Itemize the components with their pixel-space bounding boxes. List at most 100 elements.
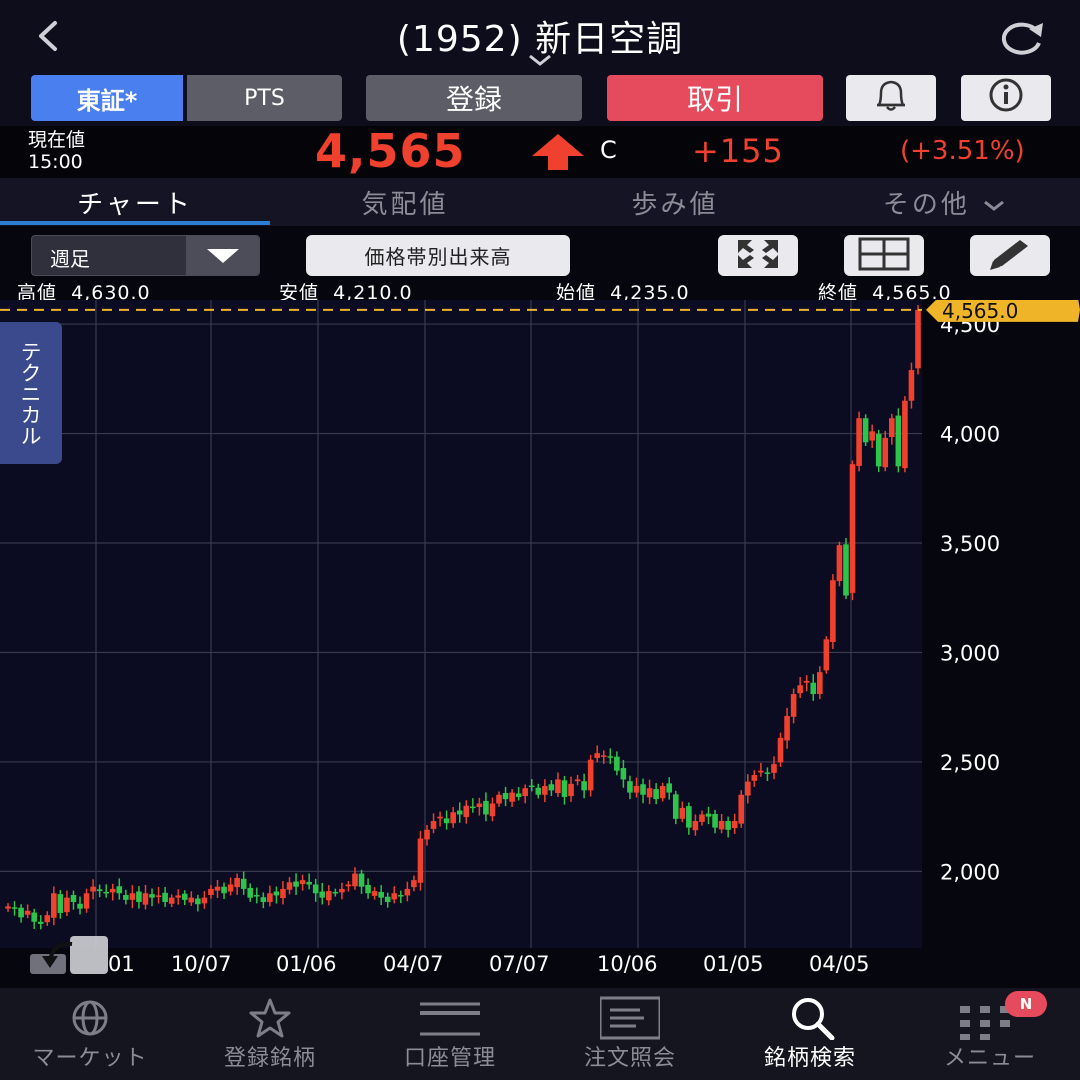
alert-button[interactable] [846, 75, 936, 121]
trade-button[interactable]: 取引 [607, 75, 823, 121]
candle-body [470, 806, 476, 809]
x-tick-label: 01 [108, 952, 135, 976]
candle-body [247, 888, 254, 898]
candle-body [542, 786, 548, 795]
candle-body [830, 580, 836, 642]
undo-icon [28, 936, 110, 980]
expand-icon [728, 236, 788, 276]
exchange-pts-button[interactable]: PTS [187, 75, 342, 121]
x-axis-labels: 01 10/07 01/06 04/07 07/07 10/06 01/05 04/05 [108, 952, 870, 976]
candle-body [856, 418, 862, 466]
candle-body [142, 893, 149, 905]
dropdown-arrow-icon[interactable] [186, 236, 259, 275]
info-button[interactable] [961, 75, 1051, 121]
candle-body [293, 881, 299, 887]
plot-area [0, 300, 922, 948]
grid-icon [854, 236, 914, 276]
candle-body [692, 821, 699, 831]
candle-body [181, 893, 188, 900]
candle-body [411, 880, 417, 888]
candle-body [581, 781, 587, 791]
candle-body [548, 784, 555, 791]
candle-body [378, 891, 384, 898]
back-icon[interactable] [26, 14, 70, 58]
reset-zoom-button[interactable] [28, 934, 110, 976]
tab-quotes[interactable]: 気配値 [270, 184, 540, 220]
quote-time: 15:00 [28, 151, 83, 173]
candle-body [5, 906, 11, 909]
candle-body [221, 886, 227, 894]
candle-body [646, 788, 653, 798]
candle-body [175, 895, 182, 898]
layout-button[interactable] [844, 235, 924, 276]
candle-body [352, 873, 358, 887]
chevron-down-icon[interactable] [526, 52, 554, 68]
candle-body [738, 794, 745, 824]
candle-body [522, 788, 528, 797]
candle-body [561, 780, 568, 797]
nav-search[interactable]: 銘柄検索 [720, 988, 900, 1080]
technical-side-tab-label: テクニカル [18, 340, 42, 446]
price-change-percent: (+3.51%) [900, 136, 1025, 166]
price-change: +155 [692, 132, 784, 170]
candle-body [705, 813, 712, 817]
last-price-tag-label: 4,565.0 [942, 300, 1018, 323]
nav-account[interactable]: 口座管理 [360, 988, 540, 1080]
x-tick-label: 10/06 [597, 952, 658, 976]
candle-body [70, 895, 77, 903]
candle-body [509, 792, 515, 802]
tab-chart[interactable]: チャート [0, 184, 270, 220]
document-icon [598, 996, 662, 1040]
candle-body [699, 814, 705, 822]
draw-button[interactable] [970, 235, 1050, 276]
candle-body [57, 894, 64, 913]
candle-body [136, 891, 142, 903]
candle-body [456, 810, 463, 815]
candle-body [463, 805, 470, 818]
candle-body [37, 921, 44, 924]
exchange-tosho-button[interactable]: 東証* [31, 75, 183, 121]
candle-body [299, 880, 306, 885]
candle-body [64, 897, 70, 913]
nav-account-label: 口座管理 [403, 1046, 496, 1071]
candle-body [797, 685, 803, 694]
nav-menu[interactable]: メニュー [900, 988, 1080, 1080]
candle-body [496, 794, 502, 804]
candle-body [594, 753, 601, 758]
nav-orders[interactable]: 注文照会 [540, 988, 720, 1080]
candle-body [502, 793, 509, 800]
register-button[interactable]: 登録 [366, 75, 582, 121]
tab-ticks[interactable]: 歩み値 [540, 184, 810, 220]
candle-body [476, 803, 483, 808]
x-tick-label: 04/05 [809, 952, 870, 976]
nav-market[interactable]: マーケット [0, 988, 180, 1080]
candle-body [600, 755, 607, 757]
candle-body [404, 888, 411, 896]
x-tick-label: 10/07 [171, 952, 232, 976]
fullscreen-button[interactable] [718, 235, 798, 276]
tab-other[interactable]: その他 [810, 184, 1080, 220]
candle-body [162, 892, 168, 903]
candle-body [417, 838, 424, 883]
candle-body [240, 878, 247, 889]
candlestick-chart[interactable]: 4,5004,0003,5003,0002,5002,000 01 10/07 01… [0, 300, 1080, 985]
volume-by-price-button[interactable]: 価格帯別出来高 [306, 235, 570, 276]
nav-menu-label: メニュー [943, 1046, 1036, 1071]
nav-watchlist[interactable]: 登録銘柄 [180, 988, 360, 1080]
arrow-up-icon [530, 134, 586, 170]
candle-body [339, 888, 345, 893]
candle-body [803, 680, 810, 683]
refresh-icon[interactable] [990, 14, 1050, 60]
candle-body [587, 759, 594, 791]
candle-body [325, 891, 332, 901]
search-icon [780, 996, 840, 1041]
candle-body [195, 898, 201, 905]
candle-body [83, 893, 90, 909]
candle-body [155, 895, 162, 897]
candle-body [168, 897, 175, 904]
candle-body [869, 431, 875, 441]
candle-body [725, 821, 731, 830]
candle-body [11, 907, 18, 909]
candle-body [450, 812, 456, 824]
candle-body [816, 672, 823, 695]
